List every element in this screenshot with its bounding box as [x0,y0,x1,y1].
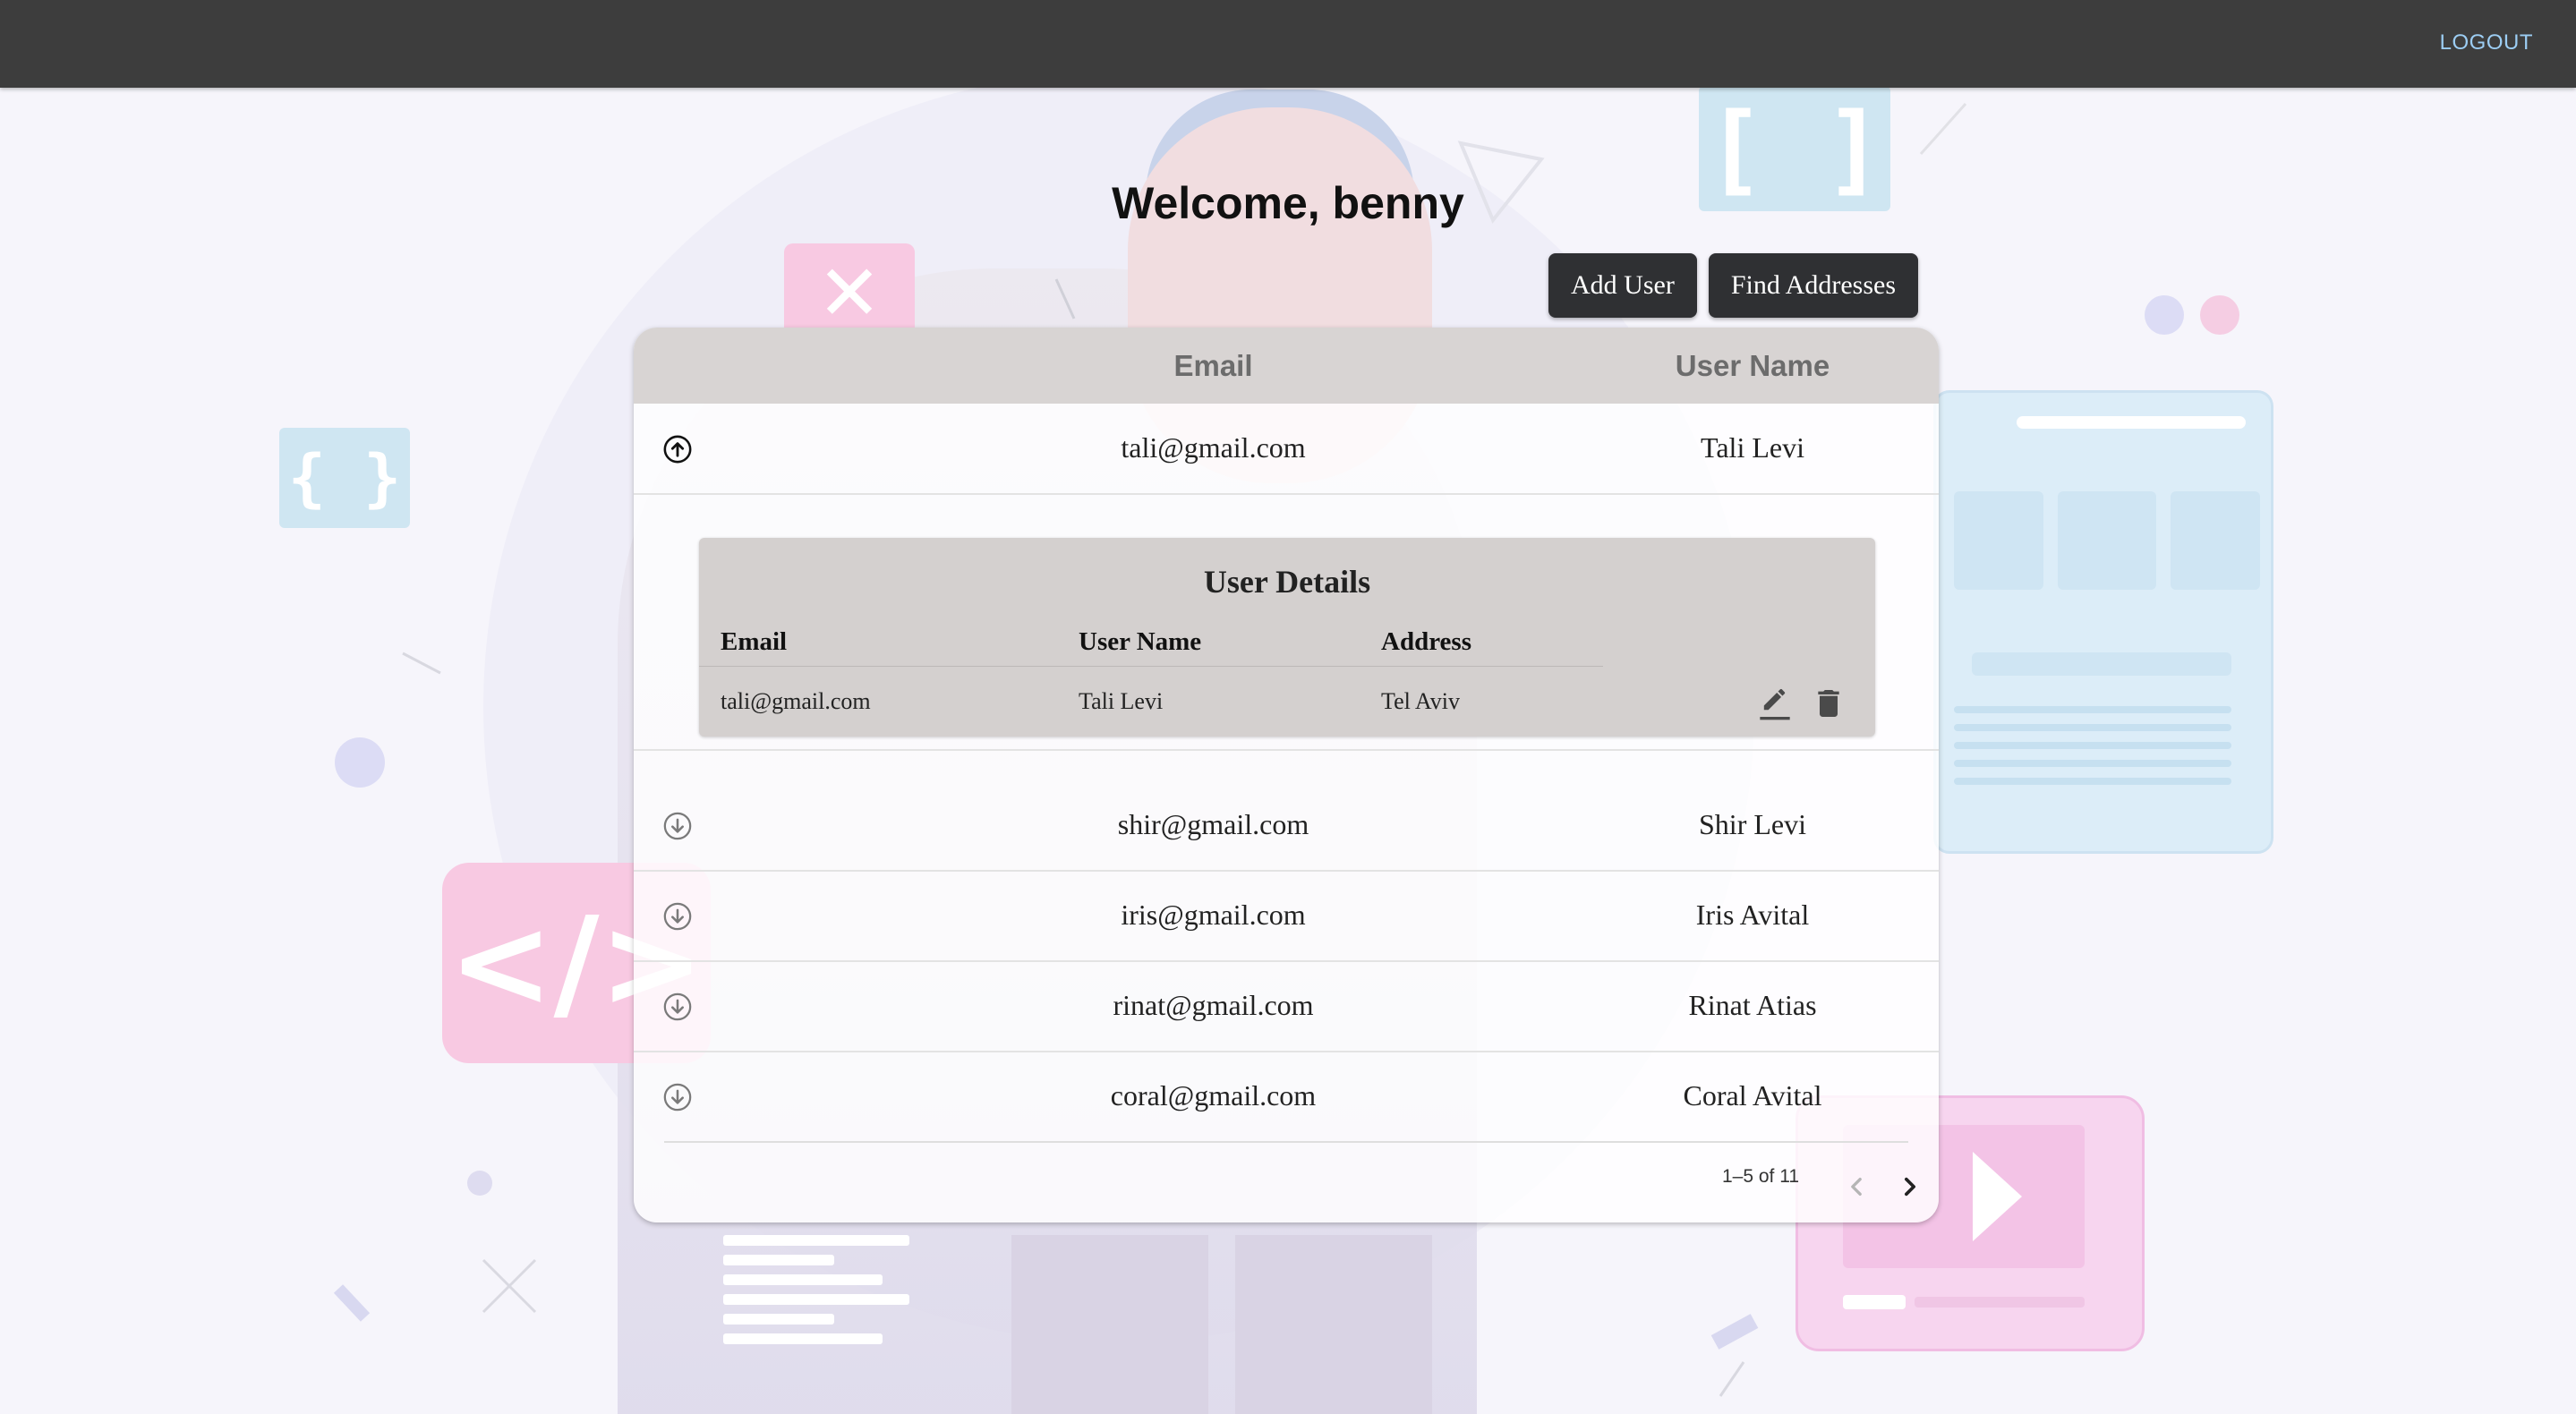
details-header-address: Address [1381,627,1471,656]
details-header-user-name: User Name [1079,627,1202,656]
welcome-heading: Welcome, benny [1112,178,1464,228]
logout-button[interactable]: LOGOUT [2440,30,2533,55]
table-row[interactable]: iris@gmail.com Iris Avital [634,871,1939,962]
row-user-name: Iris Avital [1695,899,1810,931]
trash-icon[interactable] [1811,686,1847,721]
pagination-label: 1–5 of 11 [1722,1166,1800,1187]
chevron-right-icon[interactable] [1892,1169,1928,1205]
row-email: iris@gmail.com [1121,899,1306,931]
arrow-circle-up-icon[interactable] [662,434,693,464]
details-user-name-value: Tali Levi [1079,688,1164,714]
top-app-bar: LOGOUT [0,0,2576,88]
table-header: Email User Name [634,328,1939,404]
row-email: tali@gmail.com [1121,431,1306,464]
find-addresses-button[interactable]: Find Addresses [1708,253,1918,318]
table-row[interactable]: rinat@gmail.com Rinat Atias [634,961,1939,1052]
row-email: coral@gmail.com [1110,1079,1317,1112]
row-user-name: Rinat Atias [1688,989,1817,1021]
table-footer-divider [664,1141,1908,1143]
add-user-button[interactable]: Add User [1548,253,1697,318]
details-email-value: tali@gmail.com [721,688,871,714]
column-header-user-name: User Name [1675,349,1830,382]
arrow-circle-down-icon[interactable] [662,1082,693,1112]
details-address-value: Tel Aviv [1381,688,1460,714]
details-header-email: Email [721,627,788,656]
row-user-name: Tali Levi [1701,431,1804,464]
table-row[interactable]: coral@gmail.com Coral Avital [634,1052,1939,1141]
arrow-circle-down-icon[interactable] [662,901,693,932]
row-details-container: User Details Email User Name Address tal… [634,495,1939,751]
user-details-title: User Details [1203,564,1371,600]
table-row[interactable]: shir@gmail.com Shir Levi [634,780,1939,872]
chevron-left-icon[interactable] [1838,1169,1874,1205]
table-row[interactable]: tali@gmail.com Tali Levi [634,404,1939,495]
users-table: Email User Name tali@gmail.com Tali Levi… [634,328,1939,1222]
row-user-name: Coral Avital [1683,1079,1822,1112]
details-divider [699,666,1603,667]
action-buttons: Add User Find Addresses [1548,253,1918,318]
row-email: rinat@gmail.com [1113,989,1314,1021]
column-header-email: Email [1173,349,1253,382]
pencil-icon[interactable] [1757,686,1793,721]
arrow-circle-down-icon[interactable] [662,992,693,1022]
arrow-circle-down-icon[interactable] [662,811,693,841]
row-email: shir@gmail.com [1117,808,1309,840]
user-details-panel: User Details Email User Name Address tal… [699,538,1875,737]
row-user-name: Shir Levi [1699,808,1806,840]
